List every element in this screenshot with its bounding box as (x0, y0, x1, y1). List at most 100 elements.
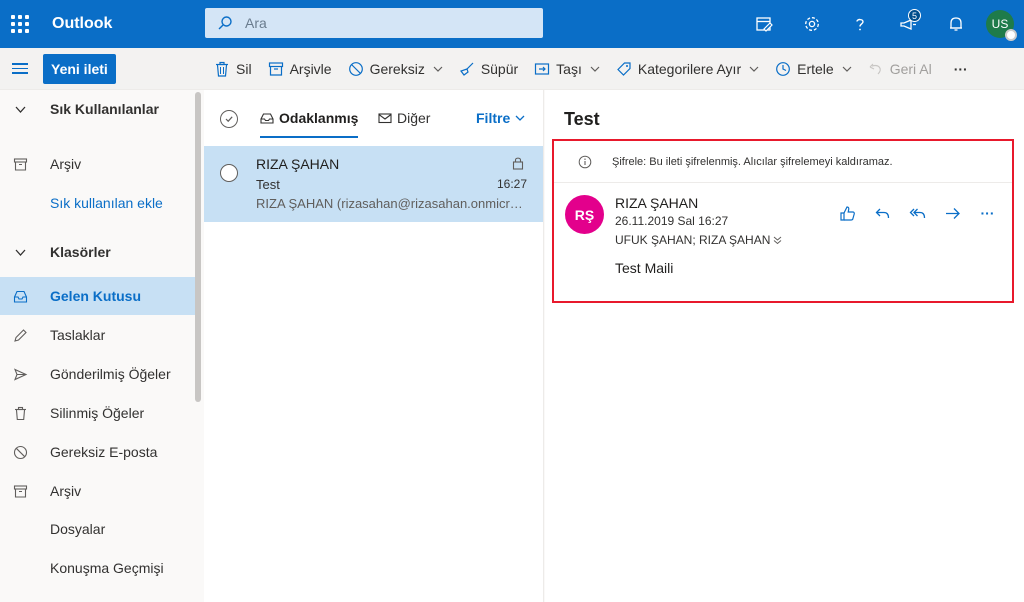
waffle-icon (11, 15, 29, 33)
nav-item-label: Gönderilmiş Öğeler (50, 366, 171, 382)
search-input[interactable] (245, 15, 525, 31)
app-title[interactable]: Outlook (52, 15, 192, 33)
message-time: 16:27 (496, 177, 527, 191)
clock-icon (776, 62, 791, 76)
notifications-button[interactable] (932, 0, 980, 48)
junk-button[interactable]: Gereksiz (340, 48, 451, 90)
reading-subject: Test (564, 109, 600, 129)
undo-label: Geri Al (889, 61, 932, 77)
gear-icon (805, 17, 819, 31)
settings-button[interactable] (788, 0, 836, 48)
tab-other[interactable]: Diğer (378, 90, 430, 146)
nav-item-conversation-history[interactable]: Konuşma Geçmişi (0, 549, 195, 587)
junk-label: Gereksiz (369, 61, 425, 77)
folders-header-label: Klasörler (50, 244, 111, 260)
broom-icon (459, 62, 474, 76)
top-bar: Outlook 5 US (0, 0, 1024, 48)
nav-item-archive[interactable]: Arşiv (0, 472, 195, 510)
block-icon (13, 445, 27, 459)
notification-badge: 5 (908, 9, 921, 22)
lock-icon (512, 157, 524, 170)
move-button[interactable]: Taşı (526, 48, 608, 90)
nav-item-deleted[interactable]: Silinmiş Öğeler (0, 394, 195, 432)
move-folder-icon (535, 63, 550, 75)
nav-item-label: Gelen Kutusu (50, 288, 142, 304)
nav-item-junk[interactable]: Gereksiz E-posta (0, 433, 195, 471)
chevron-down-icon (433, 66, 443, 72)
delete-button[interactable]: Sil (206, 48, 260, 90)
nav-item-label: Arşiv (50, 483, 82, 499)
categorize-button[interactable]: Kategorilere Ayır (608, 48, 767, 90)
focused-inbox-icon (260, 113, 274, 124)
snooze-button[interactable]: Ertele (767, 48, 860, 90)
nav-item-inbox[interactable]: Gelen Kutusu (0, 277, 195, 315)
archive-icon (13, 484, 27, 498)
tab-focused-label: Odaklanmış (279, 110, 359, 126)
hamburger-icon (12, 63, 28, 74)
nav-scrollbar[interactable] (195, 92, 201, 402)
add-favorite-label: Sık kullanılan ekle (50, 195, 163, 211)
nav-item-favorite-archive[interactable]: Arşiv (0, 145, 195, 183)
folders-header[interactable]: Klasörler (0, 233, 195, 271)
bell-icon (950, 17, 962, 31)
message-sender: RIZA ŞAHAN (256, 156, 340, 172)
message-subject: Test (256, 177, 280, 192)
checkmark-icon (225, 116, 233, 123)
undo-icon (869, 63, 881, 75)
inbox-icon (13, 290, 27, 303)
search-icon (218, 16, 232, 30)
add-favorite-link[interactable]: Sık kullanılan ekle (0, 184, 195, 222)
message-list-header: Odaklanmış Diğer Filtre (204, 90, 543, 146)
undo-button[interactable]: Geri Al (860, 48, 940, 90)
nav-item-label: Gereksiz E-posta (50, 444, 158, 460)
app-launcher-button[interactable] (0, 0, 40, 48)
filter-label: Filtre (476, 110, 511, 126)
sweep-label: Süpür (480, 61, 519, 77)
nav-item-label: Silinmiş Öğeler (50, 405, 145, 421)
tab-other-label: Diğer (397, 110, 431, 126)
chevron-down-icon (842, 66, 852, 72)
filter-button[interactable]: Filtre (476, 90, 525, 146)
block-icon (348, 62, 363, 76)
new-message-button[interactable]: Yeni ileti (43, 53, 116, 84)
archive-icon (268, 62, 283, 76)
archive-icon (13, 157, 27, 171)
chevron-down-icon (515, 115, 525, 121)
message-list: Odaklanmış Diğer Filtre RIZA ŞAHAN Test … (204, 90, 544, 602)
archive-button[interactable]: Arşivle (260, 48, 340, 90)
search-box[interactable] (205, 8, 543, 38)
chevron-down-icon (15, 249, 25, 256)
nav-item-label: Dosyalar (50, 521, 106, 537)
help-button[interactable] (836, 0, 884, 48)
nav-item-sent[interactable]: Gönderilmiş Öğeler (0, 355, 195, 393)
select-all-toggle[interactable] (220, 110, 238, 128)
user-initials: US (991, 17, 1009, 31)
whats-new-button[interactable]: 5 (884, 0, 932, 48)
categorize-label: Kategorilere Ayır (637, 61, 742, 77)
tab-focused[interactable]: Odaklanmış (260, 90, 359, 146)
user-avatar[interactable]: US (986, 10, 1017, 41)
chevron-down-icon (749, 66, 759, 72)
nav-item-drafts[interactable]: Taslaklar (0, 316, 195, 354)
archive-label: Arşivle (289, 61, 332, 77)
nav-item-label: Arşiv (50, 156, 82, 172)
trash-icon (14, 406, 26, 420)
highlight-box (552, 139, 1014, 303)
presence-icon (1005, 29, 1017, 41)
trash-icon (216, 61, 228, 77)
message-item[interactable]: RIZA ŞAHAN Test 16:27 RIZA ŞAHAN (rizasa… (204, 146, 543, 222)
pencil-icon (13, 328, 27, 342)
favorites-header-label: Sık Kullanılanlar (50, 101, 159, 117)
favorites-header[interactable]: Sık Kullanılanlar (0, 90, 195, 128)
nav-item-label: Konuşma Geçmişi (50, 560, 164, 576)
more-actions-button[interactable]: ··· (946, 48, 976, 90)
message-select-radio[interactable] (220, 164, 238, 182)
sweep-button[interactable]: Süpür (451, 48, 526, 90)
message-preview: RIZA ŞAHAN (rizasahan@rizasahan.onmicros… (256, 196, 528, 211)
nav-item-files[interactable]: Dosyalar (0, 510, 195, 548)
command-bar: Yeni ileti Sil Arşivle Gereksiz Süpür Ta… (0, 48, 1024, 90)
tag-icon (617, 62, 631, 76)
nav-toggle-button[interactable] (0, 48, 40, 90)
snooze-label: Ertele (797, 61, 834, 77)
meet-now-button[interactable] (740, 0, 788, 48)
